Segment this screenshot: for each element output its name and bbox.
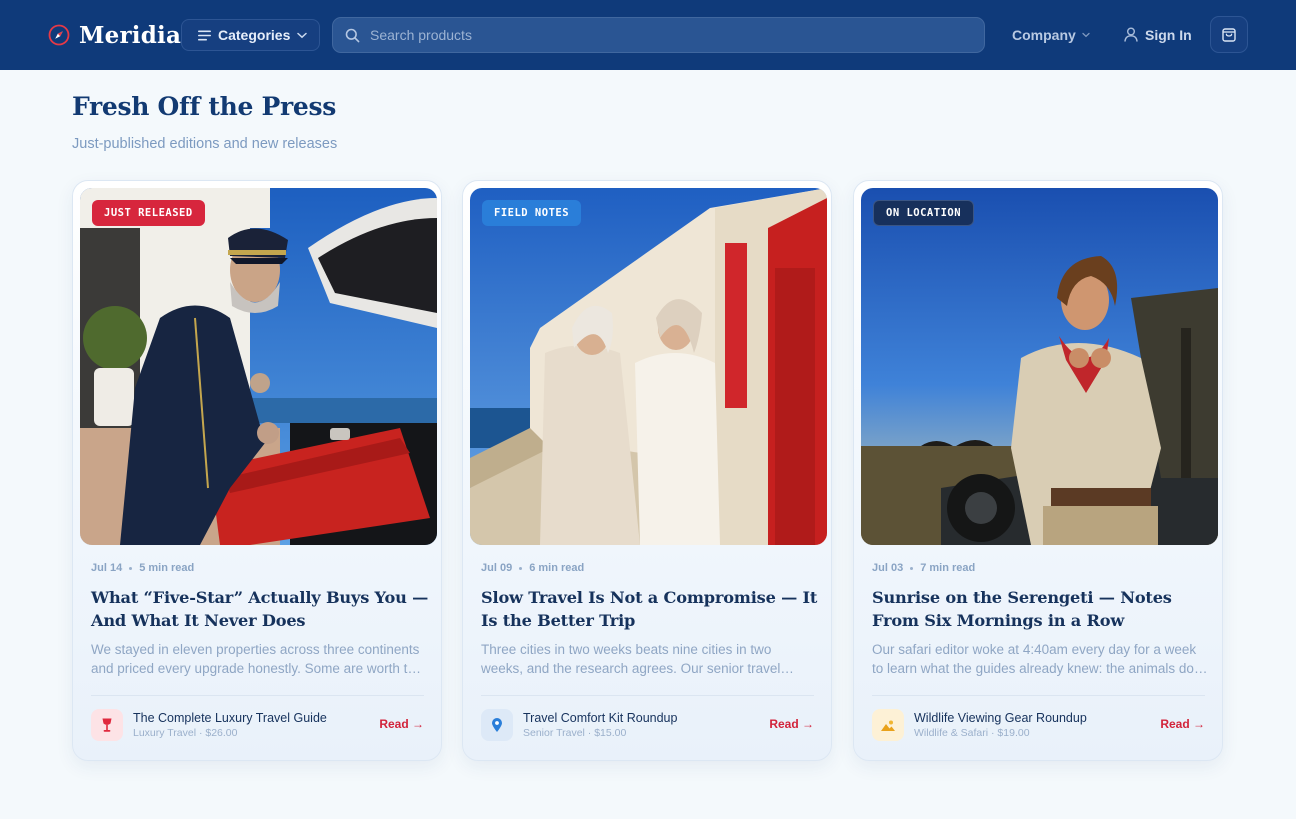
article-date: Jul 09 [481, 562, 513, 574]
section-subtitle: Just-published editions and new releases [72, 136, 338, 152]
chevron-down-icon [1082, 32, 1090, 38]
featured-product[interactable]: Wildlife Viewing Gear Roundup Wildlife &… [872, 709, 1205, 741]
safari-sunrise-photo [861, 188, 1218, 545]
bellhop-with-luggage-photo [80, 188, 437, 545]
article-date: Jul 14 [91, 562, 123, 574]
article-title[interactable]: Slow Travel Is Not a Compromise — It Is … [481, 586, 821, 632]
sign-in-label: Sign In [1145, 26, 1192, 43]
seaside-walk-photo [470, 188, 827, 545]
product-meta: Luxury Travel · $26.00 [133, 727, 238, 739]
search-icon [345, 28, 360, 42]
chevron-down-icon [297, 32, 308, 38]
menu-icon [198, 30, 211, 40]
cart-button[interactable] [1210, 16, 1248, 53]
company-label: Company [1012, 27, 1076, 43]
featured-product[interactable]: The Complete Luxury Travel Guide Luxury … [91, 709, 424, 741]
card-divider [91, 695, 424, 696]
separator-dot [910, 566, 914, 570]
read-link[interactable]: Read → [379, 717, 424, 731]
shopping-bag-icon [1222, 27, 1236, 42]
card-divider [872, 695, 1205, 696]
article-excerpt: Our safari editor woke at 4:40am every d… [872, 642, 1197, 676]
top-navigation-bar: Meridian Categories Company Sign In [0, 0, 1296, 70]
product-meta: Senior Travel · $15.00 [523, 727, 627, 739]
compass-icon [48, 24, 70, 46]
product-thumbnail [481, 709, 513, 741]
read-link[interactable]: Read → [769, 717, 814, 731]
article-image[interactable]: JUST RELEASED [80, 188, 437, 545]
company-menu[interactable]: Company [1012, 26, 1090, 44]
categories-button[interactable]: Categories [181, 19, 320, 51]
map-pin-icon [492, 718, 502, 732]
user-icon [1124, 27, 1138, 42]
badge-on-location: ON LOCATION [873, 200, 975, 226]
landscape-icon [881, 720, 895, 731]
article-card[interactable]: FIELD NOTES Jul 09 6 min read Slow Trave… [462, 180, 832, 761]
separator-dot [519, 566, 523, 570]
article-excerpt: We stayed in eleven properties across th… [91, 642, 423, 676]
product-name[interactable]: Wildlife Viewing Gear Roundup [914, 711, 1087, 725]
read-time: 5 min read [139, 562, 195, 574]
product-meta: Wildlife & Safari · $19.00 [914, 727, 1030, 739]
brand-logo[interactable]: Meridian [48, 20, 198, 50]
search-bar [332, 17, 985, 53]
product-name[interactable]: The Complete Luxury Travel Guide [133, 711, 327, 725]
article-card[interactable]: ON LOCATION Jul 03 7 min read Sunrise on… [853, 180, 1223, 761]
article-image[interactable]: FIELD NOTES [470, 188, 827, 545]
categories-label: Categories [218, 27, 291, 43]
sign-in-link[interactable]: Sign In [1124, 25, 1192, 44]
article-meta: Jul 03 7 min read [872, 562, 975, 574]
featured-product[interactable]: Travel Comfort Kit Roundup Senior Travel… [481, 709, 814, 741]
article-card[interactable]: JUST RELEASED Jul 14 5 min read What “Fi… [72, 180, 442, 761]
badge-just-released: JUST RELEASED [92, 200, 205, 226]
article-image[interactable]: ON LOCATION [861, 188, 1218, 545]
article-meta: Jul 09 6 min read [481, 562, 584, 574]
read-link[interactable]: Read → [1160, 717, 1205, 731]
search-input[interactable] [370, 27, 950, 43]
card-divider [481, 695, 814, 696]
article-excerpt: Three cities in two weeks beats nine cit… [481, 642, 781, 676]
product-thumbnail [91, 709, 123, 741]
read-time: 6 min read [529, 562, 585, 574]
product-name[interactable]: Travel Comfort Kit Roundup [523, 711, 677, 725]
product-thumbnail [872, 709, 904, 741]
section-title: Fresh Off the Press [72, 92, 336, 121]
read-time: 7 min read [920, 562, 976, 574]
badge-field-notes: FIELD NOTES [482, 200, 582, 226]
article-meta: Jul 14 5 min read [91, 562, 194, 574]
separator-dot [129, 566, 133, 570]
article-title[interactable]: Sunrise on the Serengeti — Notes From Si… [872, 586, 1212, 632]
article-date: Jul 03 [872, 562, 904, 574]
wine-glass-icon [102, 718, 112, 732]
article-title[interactable]: What “Five-Star” Actually Buys You — And… [91, 586, 431, 632]
